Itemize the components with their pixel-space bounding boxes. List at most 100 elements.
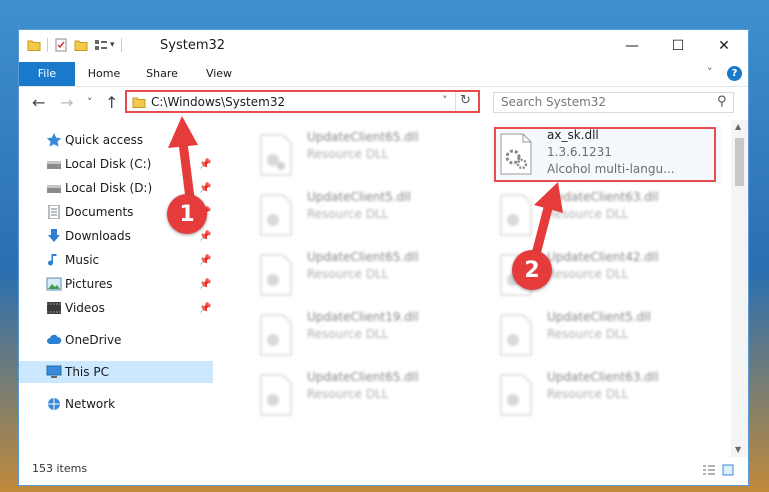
- ribbon-tabs: File Home Share View ˅ ?: [19, 62, 748, 87]
- documents-icon: [48, 205, 60, 219]
- folder-icon: [132, 97, 146, 108]
- pc-icon: [46, 365, 62, 378]
- forward-button[interactable]: →: [60, 93, 73, 112]
- pictures-icon: [46, 277, 62, 291]
- sidebar-item-label: Network: [65, 397, 116, 411]
- file-type: Resource DLL: [547, 387, 629, 401]
- item-count: 153 items: [32, 462, 88, 475]
- star-icon: [46, 133, 62, 147]
- help-icon[interactable]: ?: [727, 66, 742, 81]
- file-tile[interactable]: UpdateClient65.dll Resource DLL: [251, 248, 481, 304]
- file-name: UpdateClient65.dll: [307, 250, 419, 264]
- maximize-button[interactable]: ☐: [655, 30, 701, 62]
- file-type: Resource DLL: [547, 267, 629, 281]
- dll-file-icon: [500, 314, 532, 356]
- step-1-badge: 1: [167, 194, 207, 234]
- vertical-scrollbar[interactable]: ▲ ▼: [731, 120, 748, 457]
- recent-locations-button[interactable]: ˅: [87, 96, 93, 109]
- view-options-icon[interactable]: [94, 39, 108, 51]
- tab-view[interactable]: View: [194, 62, 244, 86]
- file-tile[interactable]: UpdateClient5.dll Resource DLL: [251, 188, 481, 244]
- properties-icon[interactable]: [54, 38, 68, 52]
- file-name: UpdateClient19.dll: [307, 310, 419, 324]
- file-name: UpdateClient65.dll: [307, 370, 419, 384]
- sidebar-item-network[interactable]: Network: [19, 393, 213, 415]
- file-name: UpdateClient5.dll: [547, 310, 651, 324]
- sidebar-item-label: Videos: [65, 301, 105, 315]
- window-title: System32: [160, 38, 226, 53]
- file-tile[interactable]: UpdateClient65.dll Resource DLL: [251, 128, 481, 184]
- network-icon: [48, 398, 60, 410]
- file-name: UpdateClient42.dll: [547, 250, 659, 264]
- new-folder-icon[interactable]: [74, 39, 88, 51]
- customize-toolbar-icon[interactable]: ▾: [110, 40, 115, 50]
- sidebar-item-label: Downloads: [65, 229, 131, 243]
- navigation-pane: Quick access Local Disk (C:) 📌 Local Dis…: [19, 120, 213, 457]
- selected-file-highlight: [494, 127, 716, 182]
- sidebar-item-label: Local Disk (D:): [65, 181, 153, 195]
- scrollbar-thumb[interactable]: [735, 138, 744, 186]
- pin-icon[interactable]: 📌: [199, 183, 211, 194]
- drive-icon: [47, 161, 61, 169]
- file-explorer-window: ▾ System32 — ☐ ✕ File Home Share View ˅ …: [18, 29, 749, 486]
- file-tile[interactable]: UpdateClient63.dll Resource DLL: [491, 368, 721, 424]
- tab-home[interactable]: Home: [79, 62, 129, 86]
- pin-icon[interactable]: 📌: [199, 279, 211, 290]
- pin-icon[interactable]: 📌: [199, 255, 211, 266]
- search-input[interactable]: Search System32: [501, 95, 606, 109]
- minimize-button[interactable]: —: [609, 30, 655, 62]
- cloud-icon: [47, 334, 62, 344]
- address-bar[interactable]: C:\Windows\System32 ˅ ↻: [125, 90, 480, 113]
- step-2-badge: 2: [512, 250, 552, 290]
- music-icon: [48, 254, 57, 266]
- drive-icon: [47, 185, 61, 193]
- videos-icon: [47, 302, 61, 314]
- pin-icon[interactable]: 📌: [199, 231, 211, 242]
- status-bar: 153 items: [19, 457, 748, 485]
- folder-icon[interactable]: [27, 39, 41, 51]
- pin-icon[interactable]: 📌: [199, 303, 211, 314]
- file-name: UpdateClient63.dll: [547, 370, 659, 384]
- sidebar-item-music[interactable]: Music 📌: [19, 249, 213, 271]
- dll-file-icon: [260, 314, 292, 356]
- dll-file-icon: [260, 374, 292, 416]
- close-button[interactable]: ✕: [701, 30, 747, 62]
- address-dropdown-button[interactable]: ˅: [442, 94, 448, 107]
- sidebar-item-local-disk-c[interactable]: Local Disk (C:) 📌: [19, 153, 213, 175]
- tab-share[interactable]: Share: [137, 62, 187, 86]
- search-icon[interactable]: ⚲: [717, 94, 727, 109]
- sidebar-item-label: Quick access: [65, 133, 144, 147]
- sidebar-item-label: Documents: [65, 205, 134, 219]
- file-tile[interactable]: UpdateClient65.dll Resource DLL: [251, 368, 481, 424]
- up-button[interactable]: ↑: [105, 93, 118, 112]
- scroll-up-icon[interactable]: ▲: [735, 122, 741, 131]
- address-divider: [455, 92, 456, 111]
- sidebar-item-pictures[interactable]: Pictures 📌: [19, 273, 213, 295]
- file-tile[interactable]: UpdateClient19.dll Resource DLL: [251, 308, 481, 364]
- toolbar-divider: [47, 38, 48, 52]
- dll-file-icon: [260, 194, 292, 236]
- large-icons-view-icon[interactable]: [722, 464, 734, 476]
- dll-file-icon: [260, 254, 292, 296]
- sidebar-item-label: Pictures: [65, 277, 113, 291]
- address-path[interactable]: C:\Windows\System32: [151, 95, 285, 109]
- file-name: UpdateClient5.dll: [307, 190, 411, 204]
- sidebar-item-onedrive[interactable]: OneDrive: [19, 329, 213, 351]
- sidebar-item-quick-access[interactable]: Quick access: [19, 129, 213, 151]
- file-type: Resource DLL: [547, 207, 629, 221]
- pin-icon[interactable]: 📌: [199, 159, 211, 170]
- sidebar-item-videos[interactable]: Videos 📌: [19, 297, 213, 319]
- dll-file-icon: [500, 194, 532, 236]
- refresh-button[interactable]: ↻: [460, 93, 471, 108]
- file-type: Resource DLL: [307, 207, 389, 221]
- title-bar: ▾ System32 — ☐ ✕: [19, 30, 748, 62]
- tab-file[interactable]: File: [19, 62, 75, 86]
- search-box[interactable]: Search System32 ⚲: [493, 92, 734, 113]
- details-view-icon[interactable]: [702, 464, 716, 476]
- expand-ribbon-icon[interactable]: ˅: [707, 66, 713, 79]
- sidebar-item-this-pc[interactable]: This PC: [19, 361, 213, 383]
- back-button[interactable]: ←: [32, 93, 45, 112]
- file-tile[interactable]: UpdateClient5.dll Resource DLL: [491, 308, 721, 364]
- scroll-down-icon[interactable]: ▼: [735, 445, 741, 454]
- file-tile[interactable]: UpdateClient63.dll Resource DLL: [491, 188, 721, 244]
